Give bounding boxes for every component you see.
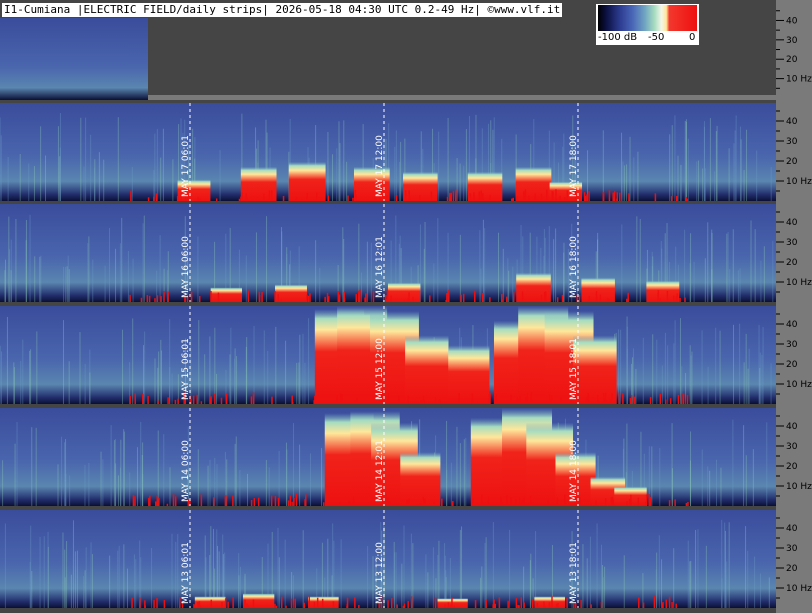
y-tick-label: 30 bbox=[786, 340, 798, 350]
time-marker-label: MAY 16 18:00 bbox=[569, 236, 579, 298]
activity-burst bbox=[400, 452, 441, 506]
y-tick-label: 40 bbox=[786, 422, 798, 432]
y-tick-label: 20 bbox=[786, 360, 798, 370]
y-tick-label: 40 bbox=[786, 117, 798, 127]
y-tick-label: 40 bbox=[786, 16, 798, 26]
activity-burst bbox=[387, 282, 421, 302]
y-tick-label: 30 bbox=[786, 36, 798, 46]
time-marker-label: MAY 13 12:00 bbox=[375, 542, 385, 604]
y-tick-label: 20 bbox=[786, 55, 798, 65]
activity-burst bbox=[467, 171, 503, 201]
axis-column bbox=[776, 0, 812, 613]
y-tick-label: 30 bbox=[786, 544, 798, 554]
colorbar-label-min: -100 dB bbox=[598, 32, 638, 43]
time-marker-label: MAY 17 06:01 bbox=[181, 135, 191, 197]
y-tick-label: 10 Hz bbox=[786, 177, 812, 187]
activity-burst bbox=[405, 335, 449, 404]
y-tick-label: 30 bbox=[786, 238, 798, 248]
time-marker-label: MAY 15 06:01 bbox=[181, 338, 191, 400]
activity-burst bbox=[448, 345, 490, 404]
activity-burst bbox=[573, 335, 617, 404]
time-marker-label: MAY 15 12:00 bbox=[375, 338, 385, 400]
time-marker-label: MAY 14 12:01 bbox=[375, 440, 385, 502]
time-marker-label: MAY 14 06:00 bbox=[181, 440, 191, 502]
spectrogram-plot: 40 30 20 10 Hz MAY 17 06:01 MAY 17 12:00 MAY 1… bbox=[0, 0, 812, 613]
y-tick-label: 20 bbox=[786, 258, 798, 268]
y-tick-label: 40 bbox=[786, 524, 798, 534]
y-tick-label: 30 bbox=[786, 137, 798, 147]
y-tick-label: 10 Hz bbox=[786, 584, 812, 594]
y-tick-label: 20 bbox=[786, 462, 798, 472]
y-tick-label: 40 bbox=[786, 218, 798, 228]
y-tick-label: 20 bbox=[786, 564, 798, 574]
y-tick-label: 10 Hz bbox=[786, 75, 812, 85]
time-marker-label: MAY 15 18:01 bbox=[569, 338, 579, 400]
y-tick-label: 10 Hz bbox=[786, 380, 812, 390]
colorbar-label-max: 0 bbox=[689, 32, 696, 43]
time-marker-label: MAY 13 06:01 bbox=[181, 542, 191, 604]
y-tick-label: 10 Hz bbox=[786, 278, 812, 288]
time-marker-label: MAY 16 06:00 bbox=[181, 236, 191, 298]
time-marker-label: MAY 16 12:01 bbox=[375, 236, 385, 298]
y-tick-label: 30 bbox=[786, 442, 798, 452]
time-marker-label: MAY 17 18:00 bbox=[569, 135, 579, 197]
activity-burst bbox=[275, 284, 307, 302]
colorbar-gradient bbox=[598, 5, 697, 31]
colorbar-label-mid: -50 bbox=[648, 32, 665, 43]
time-marker-label: MAY 13 18:01 bbox=[569, 542, 579, 604]
y-tick-label: 20 bbox=[786, 157, 798, 167]
activity-burst bbox=[515, 166, 552, 201]
time-marker-label: MAY 14 18:00 bbox=[569, 440, 579, 502]
y-tick-label: 10 Hz bbox=[786, 482, 812, 492]
time-marker-label: MAY 17 12:00 bbox=[375, 135, 385, 197]
colorbar-legend: -100 dB -50 0 bbox=[596, 4, 699, 45]
activity-burst bbox=[210, 287, 242, 302]
chart-title: I1-Cumiana |ELECTRIC FIELD/daily strips|… bbox=[2, 3, 563, 17]
y-tick-label: 40 bbox=[786, 320, 798, 330]
activity-burst bbox=[581, 277, 615, 302]
